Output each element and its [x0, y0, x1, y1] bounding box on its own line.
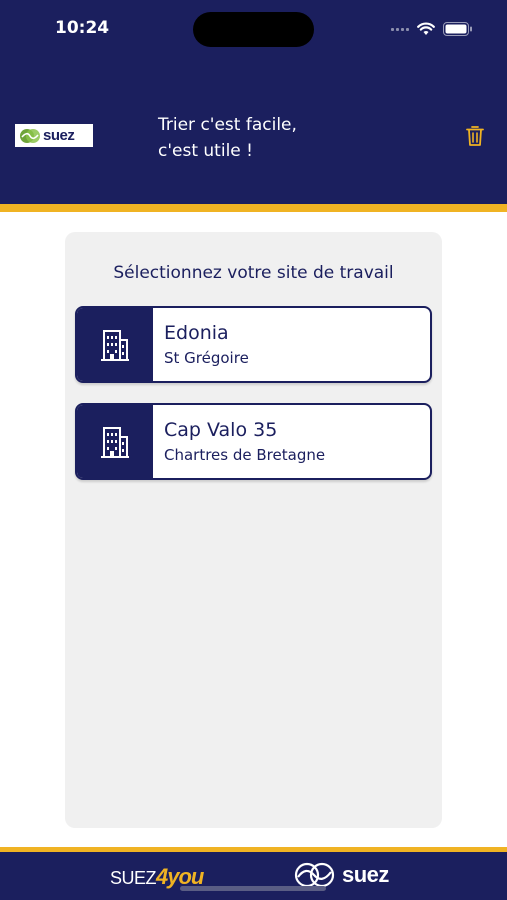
site-icon-cell: [77, 405, 153, 478]
trash-button[interactable]: [462, 122, 488, 150]
site-selection-panel: Sélectionnez votre site de travail Edoni…: [65, 232, 442, 828]
footer-logo-text: suez: [342, 862, 389, 887]
suez-footer-logo: suez: [292, 862, 389, 888]
wifi-icon: [417, 22, 435, 35]
site-card-cap-valo-35[interactable]: Cap Valo 35 Chartres de Bretagne: [75, 403, 432, 480]
trash-icon: [466, 126, 484, 146]
site-icon-cell: [77, 308, 153, 381]
slogan-line-2: c'est utile !: [158, 141, 253, 161]
suez-logo: suez: [15, 124, 93, 147]
site-text: Cap Valo 35 Chartres de Bretagne: [153, 405, 325, 478]
brand-suez: SUEZ: [110, 868, 157, 888]
slogan-line-1: Trier c'est facile,: [158, 115, 297, 135]
slogan: Trier c'est facile, c'est utile !: [158, 112, 418, 164]
battery-icon: [443, 22, 472, 36]
panel-title: Sélectionnez votre site de travail: [113, 263, 394, 283]
site-location: Chartres de Bretagne: [164, 446, 326, 464]
suez-swirl-icon: [20, 128, 40, 143]
site-name: Cap Valo 35: [164, 419, 278, 441]
header-accent-stripe: [0, 204, 507, 212]
status-icons: [391, 20, 473, 38]
building-icon: [101, 329, 129, 361]
logo-text: suez: [43, 127, 75, 144]
site-card-edonia[interactable]: Edonia St Grégoire: [75, 306, 432, 383]
dynamic-island: [193, 12, 314, 47]
home-indicator[interactable]: [180, 886, 326, 891]
status-time: 10:24: [55, 18, 110, 38]
suez-swirl-icon: [294, 862, 335, 888]
site-text: Edonia St Grégoire: [153, 308, 249, 381]
app-footer: SUEZ 4you suez: [0, 852, 507, 900]
site-location: St Grégoire: [164, 349, 249, 367]
signal-icon: [391, 27, 409, 31]
site-name: Edonia: [164, 322, 229, 344]
building-icon: [101, 426, 129, 458]
